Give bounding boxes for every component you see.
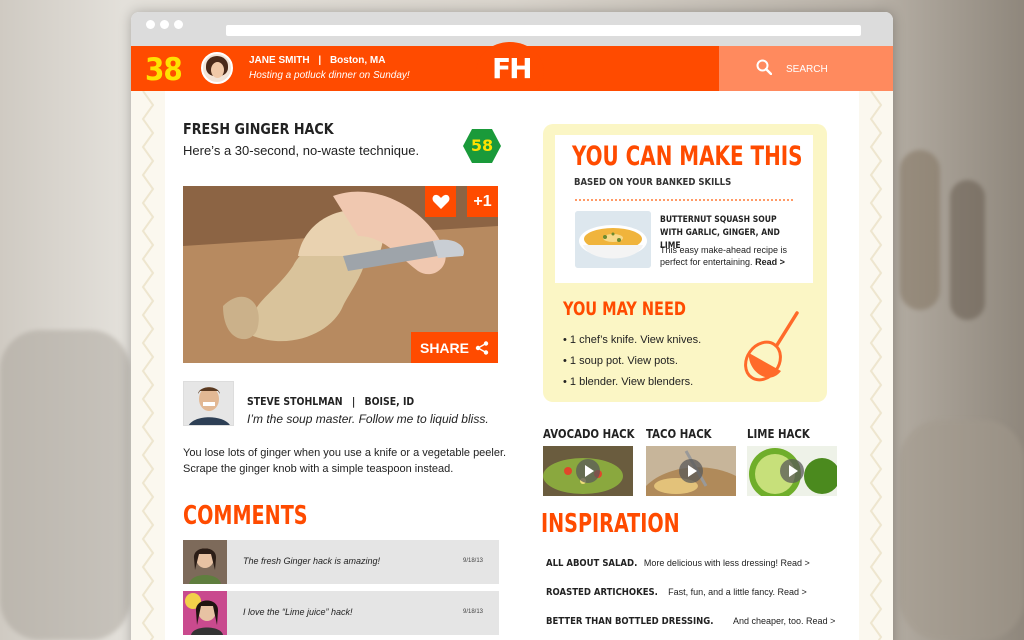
comment-date: 9/18/13 (463, 609, 484, 615)
browser-chrome (131, 12, 893, 46)
hack-photo[interactable]: +1 SHARE (183, 186, 498, 363)
author-location: BOISE, ID (364, 395, 415, 408)
equipment-item[interactable]: • 1 chef’s knife. View knives. (563, 330, 701, 351)
you-may-need-title: YOU MAY NEED (563, 298, 686, 320)
play-icon[interactable] (780, 459, 804, 483)
address-bar[interactable] (226, 25, 861, 36)
comments-title: COMMENTS (183, 501, 308, 531)
left-border-pattern (131, 90, 165, 640)
inspiration-item-text: More delicious with less dressing! Read … (643, 558, 810, 568)
background-shape (900, 150, 940, 310)
taco-hack-video[interactable] (646, 446, 736, 496)
hack-thumb-title[interactable]: LIME HACK (747, 427, 810, 441)
inspiration-item-title: BETTER THAN BOTTLED DRESSING. (546, 616, 714, 627)
avatar[interactable] (201, 52, 233, 84)
author-avatar[interactable] (183, 381, 234, 426)
inspiration-item-text: And cheaper, too. Read > (733, 616, 836, 626)
equipment-item[interactable]: • 1 blender. View blenders. (563, 372, 701, 393)
commenter-avatar[interactable] (183, 591, 227, 635)
separator: | (318, 55, 322, 66)
commenter-avatar[interactable] (183, 540, 227, 584)
search-button[interactable]: SEARCH (719, 46, 893, 91)
search-icon (756, 59, 772, 75)
plus-one-button[interactable]: +1 (467, 186, 498, 217)
window-dot[interactable] (160, 20, 169, 29)
share-button[interactable]: SHARE (411, 332, 498, 363)
search-label: SEARCH (786, 64, 828, 75)
comment-date: 9/18/13 (463, 558, 484, 564)
hack-thumb-title[interactable]: AVOCADO HACK (543, 427, 634, 441)
hack-title: FRESH GINGER HACK (183, 120, 334, 138)
avocado-hack-video[interactable] (543, 446, 633, 496)
recipe-card[interactable]: YOU CAN MAKE THIS BASED ON YOUR BANKED S… (555, 135, 813, 283)
recipe-read-link[interactable]: Read > (755, 257, 785, 267)
inspiration-item[interactable]: BETTER THAN BOTTLED DRESSING. And cheape… (546, 616, 835, 627)
background-shape (0, 330, 130, 640)
author-name: STEVE STOHLMAN (247, 395, 343, 408)
pot-icon (744, 311, 799, 382)
browser-window: 38 JANE SMITH | Boston, MA Hosting a pot… (131, 12, 893, 640)
lime-hack-video[interactable] (747, 446, 837, 496)
user-name: JANE SMITH (249, 55, 310, 66)
heart-icon (432, 194, 449, 209)
separator: | (351, 395, 356, 408)
main-content: FRESH GINGER HACK Here’s a 30-second, no… (165, 91, 859, 640)
user-location: Boston, MA (329, 55, 386, 66)
user-status: Hosting a potluck dinner on Sunday! (249, 70, 410, 81)
background-shape (900, 420, 1024, 640)
comment-item[interactable]: I love the “Lime juice” hack! 9/18/13 (183, 591, 499, 635)
inspiration-item-title: ALL ABOUT SALAD. (546, 558, 638, 569)
background-shape (950, 180, 985, 320)
equipment-item[interactable]: • 1 soup pot. View pots. (563, 351, 701, 372)
inspiration-item[interactable]: ROASTED ARTICHOKES. Fast, fun, and a lit… (546, 587, 807, 598)
equipment-list: • 1 chef’s knife. View knives. • 1 soup … (563, 330, 701, 393)
play-icon[interactable] (679, 459, 703, 483)
you-can-make-this-panel: YOU CAN MAKE THIS BASED ON YOUR BANKED S… (543, 124, 827, 402)
hack-subtitle: Here’s a 30-second, no-waste technique. (183, 143, 420, 158)
comment-text: The fresh Ginger hack is amazing! (243, 556, 381, 566)
like-button[interactable] (425, 186, 456, 217)
inspiration-item[interactable]: ALL ABOUT SALAD. More delicious with les… (546, 558, 810, 569)
comment-item[interactable]: The fresh Ginger hack is amazing! 9/18/1… (183, 540, 499, 584)
hack-description: You lose lots of ginger when you use a k… (183, 447, 507, 475)
right-border-pattern (859, 90, 893, 640)
hack-thumb-title[interactable]: TACO HACK (646, 427, 712, 441)
comment-text: I love the “Lime juice” hack! (243, 607, 353, 617)
recipe-image[interactable] (575, 211, 651, 268)
recipe-description: This easy make-ahead recipe is perfect f… (660, 244, 810, 268)
window-dot[interactable] (146, 20, 155, 29)
inspiration-title: INSPIRATION (541, 509, 680, 539)
play-icon[interactable] (576, 459, 600, 483)
user-score: 38 (145, 52, 183, 88)
inspiration-item-text: Fast, fun, and a little fancy. Read > (668, 587, 807, 597)
author-info[interactable]: STEVE STOHLMAN | BOISE, ID (247, 395, 414, 408)
make-title: YOU CAN MAKE THIS (572, 141, 803, 172)
divider (575, 199, 793, 201)
share-label: SHARE (419, 339, 469, 356)
hack-score: 58 (470, 136, 494, 155)
site-logo[interactable]: FH (492, 52, 533, 85)
hack-score-badge: 58 (462, 128, 502, 164)
make-subtitle: BASED ON YOUR BANKED SKILLS (574, 177, 732, 188)
window-dot[interactable] (174, 20, 183, 29)
user-info[interactable]: JANE SMITH | Boston, MA (249, 55, 385, 66)
share-icon (475, 340, 489, 355)
inspiration-item-title: ROASTED ARTICHOKES. (546, 587, 658, 598)
author-quote: I’m the soup master. Follow me to liquid… (247, 412, 489, 426)
